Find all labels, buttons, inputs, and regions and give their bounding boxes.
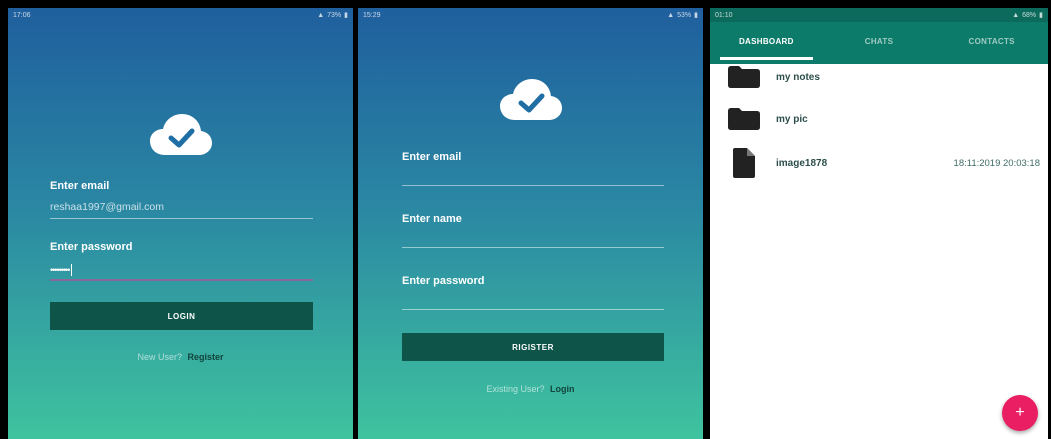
add-fab-button[interactable]: + (1002, 395, 1038, 431)
email-label: Enter email (402, 151, 462, 163)
email-input[interactable] (402, 185, 664, 186)
battery-level: 73% (327, 11, 342, 19)
register-link[interactable]: Register (188, 352, 224, 362)
battery-icon: ▮ (1039, 12, 1043, 19)
login-link[interactable]: Login (550, 384, 575, 394)
status-time: 01:10 (715, 11, 733, 19)
password-label: Enter password (50, 241, 133, 253)
register-screen: 15:29 ▲ 53% ▮ Enter email Enter name Ent… (358, 8, 703, 439)
existing-user-text: Existing User? (486, 384, 545, 394)
login-prompt: Existing User? Login (358, 384, 703, 394)
folder-icon (728, 107, 760, 131)
email-label: Enter email (50, 180, 110, 192)
dashboard-screen: 01:10 ▲ 68% ▮ DASHBOARD CHATS CONTACTS m… (710, 8, 1048, 439)
status-bar: 01:10 ▲ 68% ▮ (710, 8, 1048, 22)
battery-icon: ▮ (694, 12, 698, 19)
password-underline (50, 279, 313, 281)
password-label: Enter password (402, 275, 485, 287)
status-time: 17:06 (13, 11, 31, 19)
login-screen: 17:06 ▲ 73% ▮ Enter email reshaa1997@gma… (8, 8, 353, 439)
name-label: Enter name (402, 213, 462, 225)
folder-icon (728, 65, 760, 89)
list-item[interactable]: my notes (728, 64, 1040, 90)
item-label: image1878 (776, 157, 828, 169)
list-item[interactable]: image1878 18:11:2019 20:03:18 (728, 147, 1040, 179)
email-underline (50, 218, 313, 219)
password-input[interactable] (402, 309, 664, 310)
status-bar: 15:29 ▲ 53% ▮ (358, 8, 703, 22)
tab-bar: DASHBOARD CHATS CONTACTS (710, 22, 1048, 60)
battery-level: 68% (1022, 11, 1037, 19)
name-input[interactable] (402, 247, 664, 248)
register-button[interactable]: RIGISTER (402, 333, 664, 361)
list-item[interactable]: my pic (728, 106, 1040, 132)
app-bar: 01:10 ▲ 68% ▮ DASHBOARD CHATS CONTACTS (710, 8, 1048, 64)
password-input[interactable]: ••••••••• (50, 264, 73, 276)
cloud-check-icon (149, 114, 212, 155)
login-button[interactable]: LOGIN (50, 302, 313, 330)
battery-icon: ▮ (344, 12, 348, 19)
register-prompt: New User? Register (8, 352, 353, 362)
tab-dashboard[interactable]: DASHBOARD (710, 22, 823, 60)
item-label: my pic (776, 113, 808, 125)
cloud-check-icon (499, 79, 562, 120)
item-timestamp: 18:11:2019 20:03:18 (953, 157, 1040, 169)
signal-icon: ▲ (667, 11, 675, 19)
battery-level: 53% (677, 11, 692, 19)
email-input[interactable]: reshaa1997@gmail.com (50, 201, 164, 213)
new-user-text: New User? (137, 352, 182, 362)
status-bar: 17:06 ▲ 73% ▮ (8, 8, 353, 22)
file-icon (728, 148, 760, 178)
signal-icon: ▲ (317, 11, 325, 19)
signal-icon: ▲ (1012, 11, 1020, 19)
tab-contacts[interactable]: CONTACTS (935, 22, 1048, 60)
status-time: 15:29 (363, 11, 381, 19)
item-label: my notes (776, 71, 820, 83)
tab-chats[interactable]: CHATS (823, 22, 936, 60)
